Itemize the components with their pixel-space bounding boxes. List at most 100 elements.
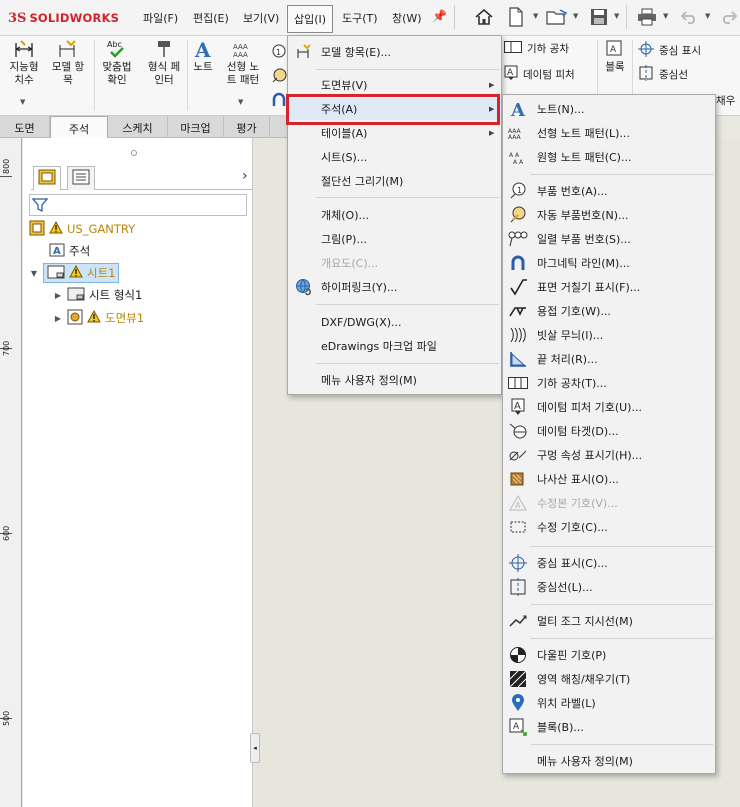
filter-icon[interactable] xyxy=(31,197,49,216)
area-hatch-button[interactable]: 채우 xyxy=(716,93,735,108)
tree-annotations-item[interactable]: A 주석 xyxy=(49,241,90,261)
linear-note-pattern-icon: AAA AAA xyxy=(508,123,528,143)
tab-markup[interactable]: 마크업 xyxy=(168,116,224,138)
tab-annotation[interactable]: 주석 xyxy=(50,116,108,139)
menu-picture[interactable]: 그림(P)... xyxy=(288,228,501,250)
menu-edrawings-markup[interactable]: eDrawings 마크업 파일 xyxy=(288,335,501,357)
tree-sheet-item[interactable]: ▼ 시트1 xyxy=(29,263,120,283)
submenu-block[interactable]: A 블록(B)... xyxy=(503,716,715,738)
menu-overview[interactable]: 개요도(C)... xyxy=(288,252,501,274)
submenu-center-mark[interactable]: 중심 표시(C)... xyxy=(503,552,715,574)
new-dropdown-caret[interactable]: ▼ xyxy=(533,12,538,20)
open-dropdown-caret[interactable]: ▼ xyxy=(573,12,578,20)
menu-drawing-view[interactable]: 도면뷰(V) ▶ xyxy=(288,74,501,96)
submenu-datum-target[interactable]: 데이텀 타겟(D)... xyxy=(503,420,715,442)
feature-tree-tab[interactable] xyxy=(33,166,61,190)
submenu-centerline[interactable]: 중심선(L)... xyxy=(503,576,715,598)
annotation-submenu: A 노트(N)... AAA AAA 선형 노트 패턴(L)... A AA A … xyxy=(502,94,716,774)
panel-splitter-handle[interactable]: ◂ xyxy=(250,733,260,763)
format-painter-button[interactable]: 형식 페 인터 xyxy=(142,38,186,87)
model-items-button[interactable]: 모델 항 목 xyxy=(46,38,90,87)
tree-root-item[interactable]: US_GANTRY xyxy=(29,219,135,239)
menu-separator xyxy=(531,638,713,639)
menu-view[interactable]: 보기(V) xyxy=(243,10,279,26)
submenu-surface-finish[interactable]: 표면 거칠기 표시(F)... xyxy=(503,276,715,298)
submenu-hole-callout[interactable]: 구멍 속성 표시기(H)... xyxy=(503,444,715,466)
submenu-note[interactable]: A 노트(N)... xyxy=(503,98,715,120)
smart-dimension-button[interactable]: 지능형 치수 xyxy=(2,38,46,87)
menu-model-items[interactable]: 모델 항목(E)... xyxy=(288,41,501,63)
menu-dxf-dwg[interactable]: DXF/DWG(X)... xyxy=(288,311,501,333)
submenu-balloon[interactable]: 1 부품 번호(A)... xyxy=(503,180,715,202)
menu-separator xyxy=(316,197,499,198)
print-dropdown-caret[interactable]: ▼ xyxy=(663,12,668,20)
submenu-circular-note-pattern[interactable]: A AA A 원형 노트 패턴(C)... xyxy=(503,146,715,168)
submenu-dowel-pin[interactable]: 다울핀 기호(P) xyxy=(503,644,715,666)
centerline-button[interactable]: 중심선 xyxy=(638,65,688,84)
menu-sheet[interactable]: 시트(S)... xyxy=(288,146,501,168)
submenu-cosmetic-thread[interactable]: 나사산 표시(O)... xyxy=(503,468,715,490)
submenu-datum-feature[interactable]: A 데이텀 피처 기호(U)... xyxy=(503,396,715,418)
submenu-magnetic-line[interactable]: 마그네틱 라인(M)... xyxy=(503,252,715,274)
submenu-customize-menu[interactable]: 메뉴 사용자 정의(M) xyxy=(503,750,715,772)
geometric-tolerance-button[interactable]: 기하 공차 xyxy=(504,41,569,56)
submenu-hatch[interactable]: 빗살 무늬(I)... xyxy=(503,324,715,346)
tree-sheet-format-item[interactable]: ▶ 시트 형식1 xyxy=(53,285,142,305)
submenu-revision-symbol[interactable]: A 수정본 기호(V)... xyxy=(503,492,715,514)
pin-icon[interactable]: 📌 xyxy=(432,9,447,23)
chevron-right-icon[interactable]: › xyxy=(242,168,248,184)
open-icon[interactable] xyxy=(544,5,570,29)
menu-object[interactable]: 개체(O)... xyxy=(288,204,501,226)
submenu-area-hatch[interactable]: 영역 해칭/채우기(T) xyxy=(503,668,715,690)
submenu-linear-note-pattern[interactable]: AAA AAA 선형 노트 패턴(L)... xyxy=(503,122,715,144)
redo-icon[interactable] xyxy=(716,5,740,29)
new-document-icon[interactable] xyxy=(503,5,529,29)
submenu-location-label[interactable]: 위치 라벨(L) xyxy=(503,692,715,714)
menu-insert[interactable]: 삽입(I) xyxy=(287,5,334,33)
submenu-multi-jog-leader[interactable]: 멀티 조그 지시선(M) xyxy=(503,610,715,632)
menu-cutting-line[interactable]: 절단선 그리기(M) xyxy=(288,170,501,192)
submenu-stacked-balloon[interactable]: 일렬 부품 번호(S)... xyxy=(503,228,715,250)
save-dropdown-caret[interactable]: ▼ xyxy=(614,12,619,20)
save-icon[interactable] xyxy=(586,5,612,29)
stacked-balloon-icon xyxy=(508,229,528,249)
menu-tools[interactable]: 도구(T) xyxy=(342,10,378,26)
undo-icon[interactable] xyxy=(676,5,702,29)
tab-sketch[interactable]: 스케치 xyxy=(108,116,168,138)
undo-dropdown-caret[interactable]: ▼ xyxy=(705,12,710,20)
expand-toggle-icon[interactable]: ▼ xyxy=(29,269,39,278)
menu-table[interactable]: 테이블(A) ▶ xyxy=(288,122,501,144)
tab-drawing[interactable]: 도면 xyxy=(0,116,50,138)
note-button[interactable]: A 노트 xyxy=(183,38,223,74)
tree-drawing-view-item[interactable]: ▶ 도면뷰1 xyxy=(53,308,144,328)
submenu-revision-cloud[interactable]: 수정 기호(C)... xyxy=(503,516,715,538)
cosmetic-thread-text: 나사산 표시(O)... xyxy=(537,473,619,486)
menu-edit[interactable]: 편집(E) xyxy=(193,10,229,26)
submenu-auto-balloon[interactable]: 자동 부품번호(N)... xyxy=(503,204,715,226)
menu-separator xyxy=(316,363,499,364)
home-icon[interactable] xyxy=(471,5,497,29)
property-manager-tab[interactable] xyxy=(67,166,95,190)
datum-feature-button[interactable]: A 데이텀 피처 xyxy=(504,65,575,84)
menu-file[interactable]: 파일(F) xyxy=(143,10,178,26)
selected-sheet-row[interactable]: 시트1 xyxy=(43,263,120,283)
smart-dimension-dropdown[interactable]: ▼ xyxy=(20,98,25,106)
print-icon[interactable] xyxy=(634,5,660,29)
submenu-weld-symbol[interactable]: 용접 기호(W)... xyxy=(503,300,715,322)
submenu-geometric-tolerance[interactable]: 기하 공차(T)... xyxy=(503,372,715,394)
spell-check-button[interactable]: Abc 맞춤법 확인 xyxy=(95,38,139,87)
menu-hyperlink[interactable]: 하이퍼링크(Y)... xyxy=(288,276,501,298)
block-button[interactable]: A 블록 xyxy=(600,38,630,74)
panel-collapse-handle[interactable] xyxy=(131,150,137,156)
center-mark-button[interactable]: 중심 표시 xyxy=(638,41,701,60)
expand-toggle-icon[interactable]: ▶ xyxy=(53,291,63,300)
menu-window[interactable]: 창(W) xyxy=(392,10,422,26)
note-pattern-dropdown[interactable]: ▼ xyxy=(238,98,243,106)
expand-toggle-icon[interactable]: ▶ xyxy=(53,314,63,323)
tree-filter-input[interactable] xyxy=(29,194,247,216)
linear-note-pattern-button[interactable]: AAA AAA 선형 노 트 패턴 xyxy=(221,38,265,87)
geometric-tolerance-text: 기하 공차(T)... xyxy=(537,377,607,390)
submenu-end-treatment[interactable]: 끝 처리(R)... xyxy=(503,348,715,370)
tab-evaluate[interactable]: 평가 xyxy=(224,116,270,138)
menu-customize-menu[interactable]: 메뉴 사용자 정의(M) xyxy=(288,369,501,391)
